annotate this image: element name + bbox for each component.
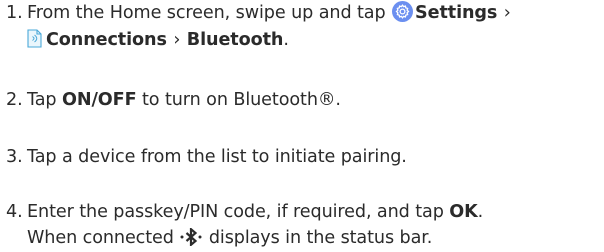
step-text: When connected [27, 228, 174, 248]
step-text: From the Home screen, swipe up and tap [27, 3, 386, 23]
path-separator: › [173, 30, 181, 50]
bluetooth-connected-icon [179, 228, 203, 246]
step-end: . [477, 202, 484, 222]
step-number: 1. [6, 3, 23, 23]
step-text: Tap [27, 90, 57, 110]
step-text: displays in the status bar. [208, 228, 433, 248]
connections-label: Connections [46, 30, 167, 50]
step-number: 2. [6, 90, 23, 110]
on-off-label: ON/OFF [61, 90, 137, 110]
step-text: to turn on Bluetooth®. [141, 90, 341, 110]
step-text: Tap a device from the list to initiate p… [27, 147, 407, 167]
step-4: 4. Enter the passkey/PIN code, if require… [6, 199, 483, 251]
settings-gear-icon [392, 1, 414, 22]
step-number: 3. [6, 147, 23, 167]
step-text: Enter the passkey/PIN code, if required,… [27, 202, 444, 222]
step-2: 2. Tap ON/OFF to turn on Bluetooth®. [6, 87, 341, 113]
step-1: 1. From the Home screen, swipe up and tap… [6, 0, 512, 53]
step-number: 4. [6, 202, 23, 222]
connections-icon [27, 29, 42, 48]
step-1-continuation: Connections › Bluetooth. [6, 27, 512, 53]
ok-label: OK [449, 202, 478, 222]
step-end: . [283, 30, 289, 50]
settings-label: Settings [415, 3, 498, 23]
path-separator: › [503, 3, 511, 23]
bluetooth-label: Bluetooth [186, 30, 284, 50]
step-3: 3. Tap a device from the list to initiate… [6, 144, 407, 170]
step-4-continuation: When connected displays in the status ba… [6, 225, 483, 251]
